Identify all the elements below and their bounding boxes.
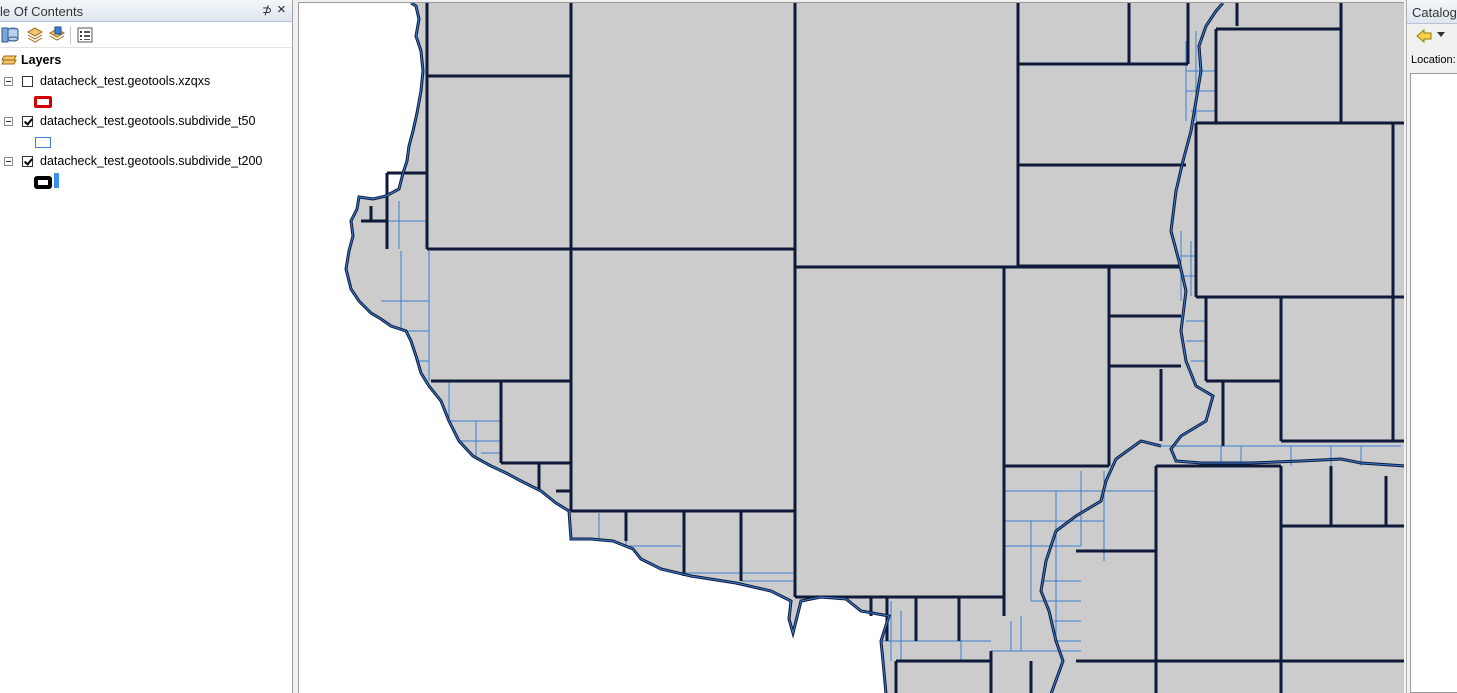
land-area <box>346 3 1404 693</box>
layer-symbol-selection-marker <box>54 173 59 188</box>
layer-symbol-black[interactable] <box>34 176 52 189</box>
layer-name: datacheck_test.geotools.subdivide_t50 <box>40 114 256 128</box>
list-by-selection-icon[interactable] <box>48 26 66 44</box>
layer-visibility-checkbox[interactable] <box>22 116 33 127</box>
toolbar-separator <box>70 26 71 44</box>
toc-title: le Of Contents <box>0 4 84 19</box>
toc-toolbar <box>0 22 292 48</box>
layer-name: datacheck_test.geotools.subdivide_t200 <box>40 154 263 168</box>
list-by-visibility-icon[interactable] <box>26 26 44 44</box>
layer-name: datacheck_test.geotools.xzqxs <box>40 74 211 88</box>
pin-icon[interactable]: ⊅ <box>262 3 272 17</box>
catalog-title-bar: Catalog <box>1407 0 1457 24</box>
catalog-title: Catalog <box>1412 5 1457 20</box>
layer-row[interactable]: datacheck_test.geotools.subdivide_t200 <box>0 152 292 170</box>
dropdown-icon[interactable] <box>1437 32 1445 38</box>
options-icon[interactable] <box>76 26 94 44</box>
layers-root-label: Layers <box>21 53 62 67</box>
layer-visibility-checkbox[interactable] <box>22 156 33 167</box>
map-view[interactable] <box>298 2 1404 693</box>
layers-root[interactable]: Layers <box>0 51 292 69</box>
collapse-toggle[interactable] <box>4 77 13 86</box>
table-of-contents-panel: le Of Contents ⊅ × Layers datacheck_test… <box>0 0 293 693</box>
collapse-toggle[interactable] <box>4 117 13 126</box>
layers-icon <box>1 55 17 65</box>
layer-symbol-blue[interactable] <box>35 137 51 148</box>
catalog-panel: Catalog Location: <box>1406 0 1457 693</box>
list-by-source-icon[interactable] <box>4 26 22 44</box>
map-canvas[interactable] <box>299 3 1404 693</box>
close-icon[interactable]: × <box>277 1 286 18</box>
layer-symbol-red[interactable] <box>34 96 52 108</box>
catalog-tree[interactable] <box>1410 73 1457 693</box>
catalog-toolbar <box>1407 24 1457 48</box>
location-label: Location: <box>1411 54 1456 66</box>
collapse-toggle[interactable] <box>4 157 13 166</box>
layer-row[interactable]: datacheck_test.geotools.subdivide_t50 <box>0 112 292 130</box>
back-arrow-icon[interactable] <box>1415 28 1433 44</box>
layer-visibility-checkbox[interactable] <box>22 76 33 87</box>
layer-row[interactable]: datacheck_test.geotools.xzqxs <box>0 72 292 90</box>
toc-title-bar: le Of Contents ⊅ × <box>0 0 292 22</box>
